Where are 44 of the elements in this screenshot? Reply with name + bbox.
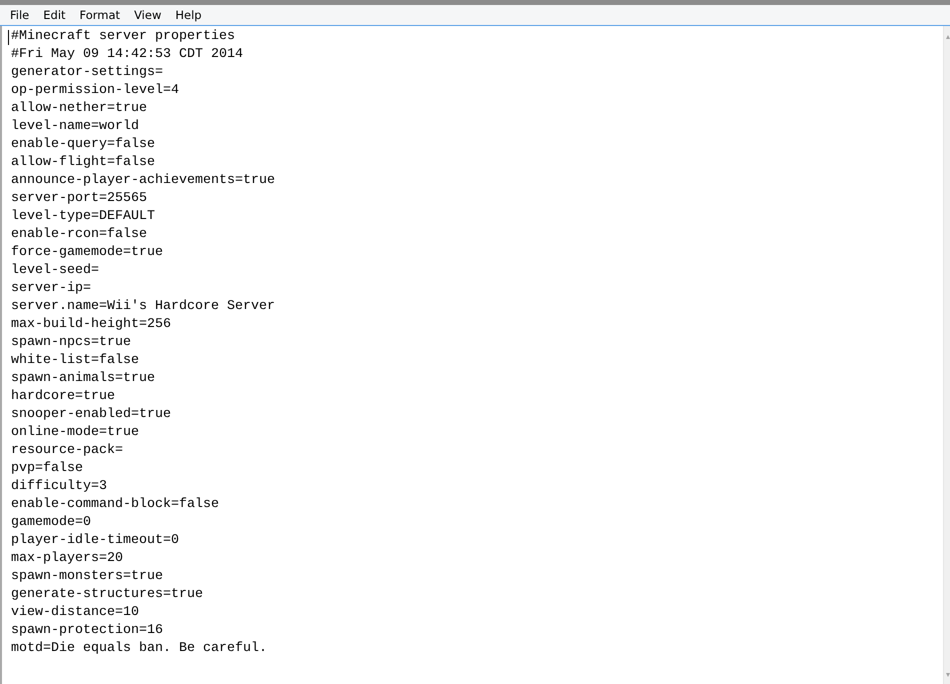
text-line: hardcore=true: [11, 388, 115, 406]
text-line: white-list=false: [11, 352, 139, 370]
menu-item[interactable]: Help: [168, 5, 209, 25]
text-line: view-distance=10: [11, 604, 139, 622]
text-line: server.name=Wii's Hardcore Server: [11, 298, 275, 316]
menu-item[interactable]: Format: [72, 5, 128, 25]
text-line: level-name=world: [11, 118, 139, 136]
text-line: enable-query=false: [11, 136, 155, 154]
text-line: generate-structures=true: [11, 586, 203, 604]
text-line: pvp=false: [11, 460, 83, 478]
text-line: spawn-npcs=true: [11, 334, 131, 352]
text-line: motd=Die equals ban. Be careful.: [11, 640, 267, 658]
scroll-up-icon[interactable]: [946, 33, 950, 39]
menu-item[interactable]: Edit: [36, 5, 73, 25]
text-line: player-idle-timeout=0: [11, 532, 179, 550]
scroll-down-icon[interactable]: [946, 673, 950, 679]
text-line: level-type=DEFAULT: [11, 208, 155, 226]
text-line: spawn-monsters=true: [11, 568, 163, 586]
menu-item[interactable]: View: [127, 5, 168, 25]
text-line: gamemode=0: [11, 514, 91, 532]
text-line: spawn-animals=true: [11, 370, 155, 388]
text-line: max-players=20: [11, 550, 123, 568]
text-line: online-mode=true: [11, 424, 139, 442]
text-line: force-gamemode=true: [11, 244, 163, 262]
text-line: #Minecraft server properties: [11, 28, 235, 46]
text-line: spawn-protection=16: [11, 622, 163, 640]
text-line: difficulty=3: [11, 478, 107, 496]
text-line: max-build-height=256: [11, 316, 171, 334]
menu-item[interactable]: File: [3, 5, 36, 25]
text-line: allow-flight=false: [11, 154, 155, 172]
scrollbar[interactable]: [943, 26, 950, 684]
text-line: resource-pack=: [11, 442, 123, 460]
text-line: enable-command-block=false: [11, 496, 219, 514]
text-line: allow-nether=true: [11, 100, 147, 118]
text-line: #Fri May 09 14:42:53 CDT 2014: [11, 46, 243, 64]
text-line: level-seed=: [11, 262, 99, 280]
text-line: server-port=25565: [11, 190, 147, 208]
text-line: announce-player-achievements=true: [11, 172, 275, 190]
text-line: enable-rcon=false: [11, 226, 147, 244]
text-line: op-permission-level=4: [11, 82, 179, 100]
text-cursor: [8, 30, 9, 45]
text-line: generator-settings=: [11, 64, 163, 82]
text-line: server-ip=: [11, 280, 91, 298]
text-line: snooper-enabled=true: [11, 406, 171, 424]
